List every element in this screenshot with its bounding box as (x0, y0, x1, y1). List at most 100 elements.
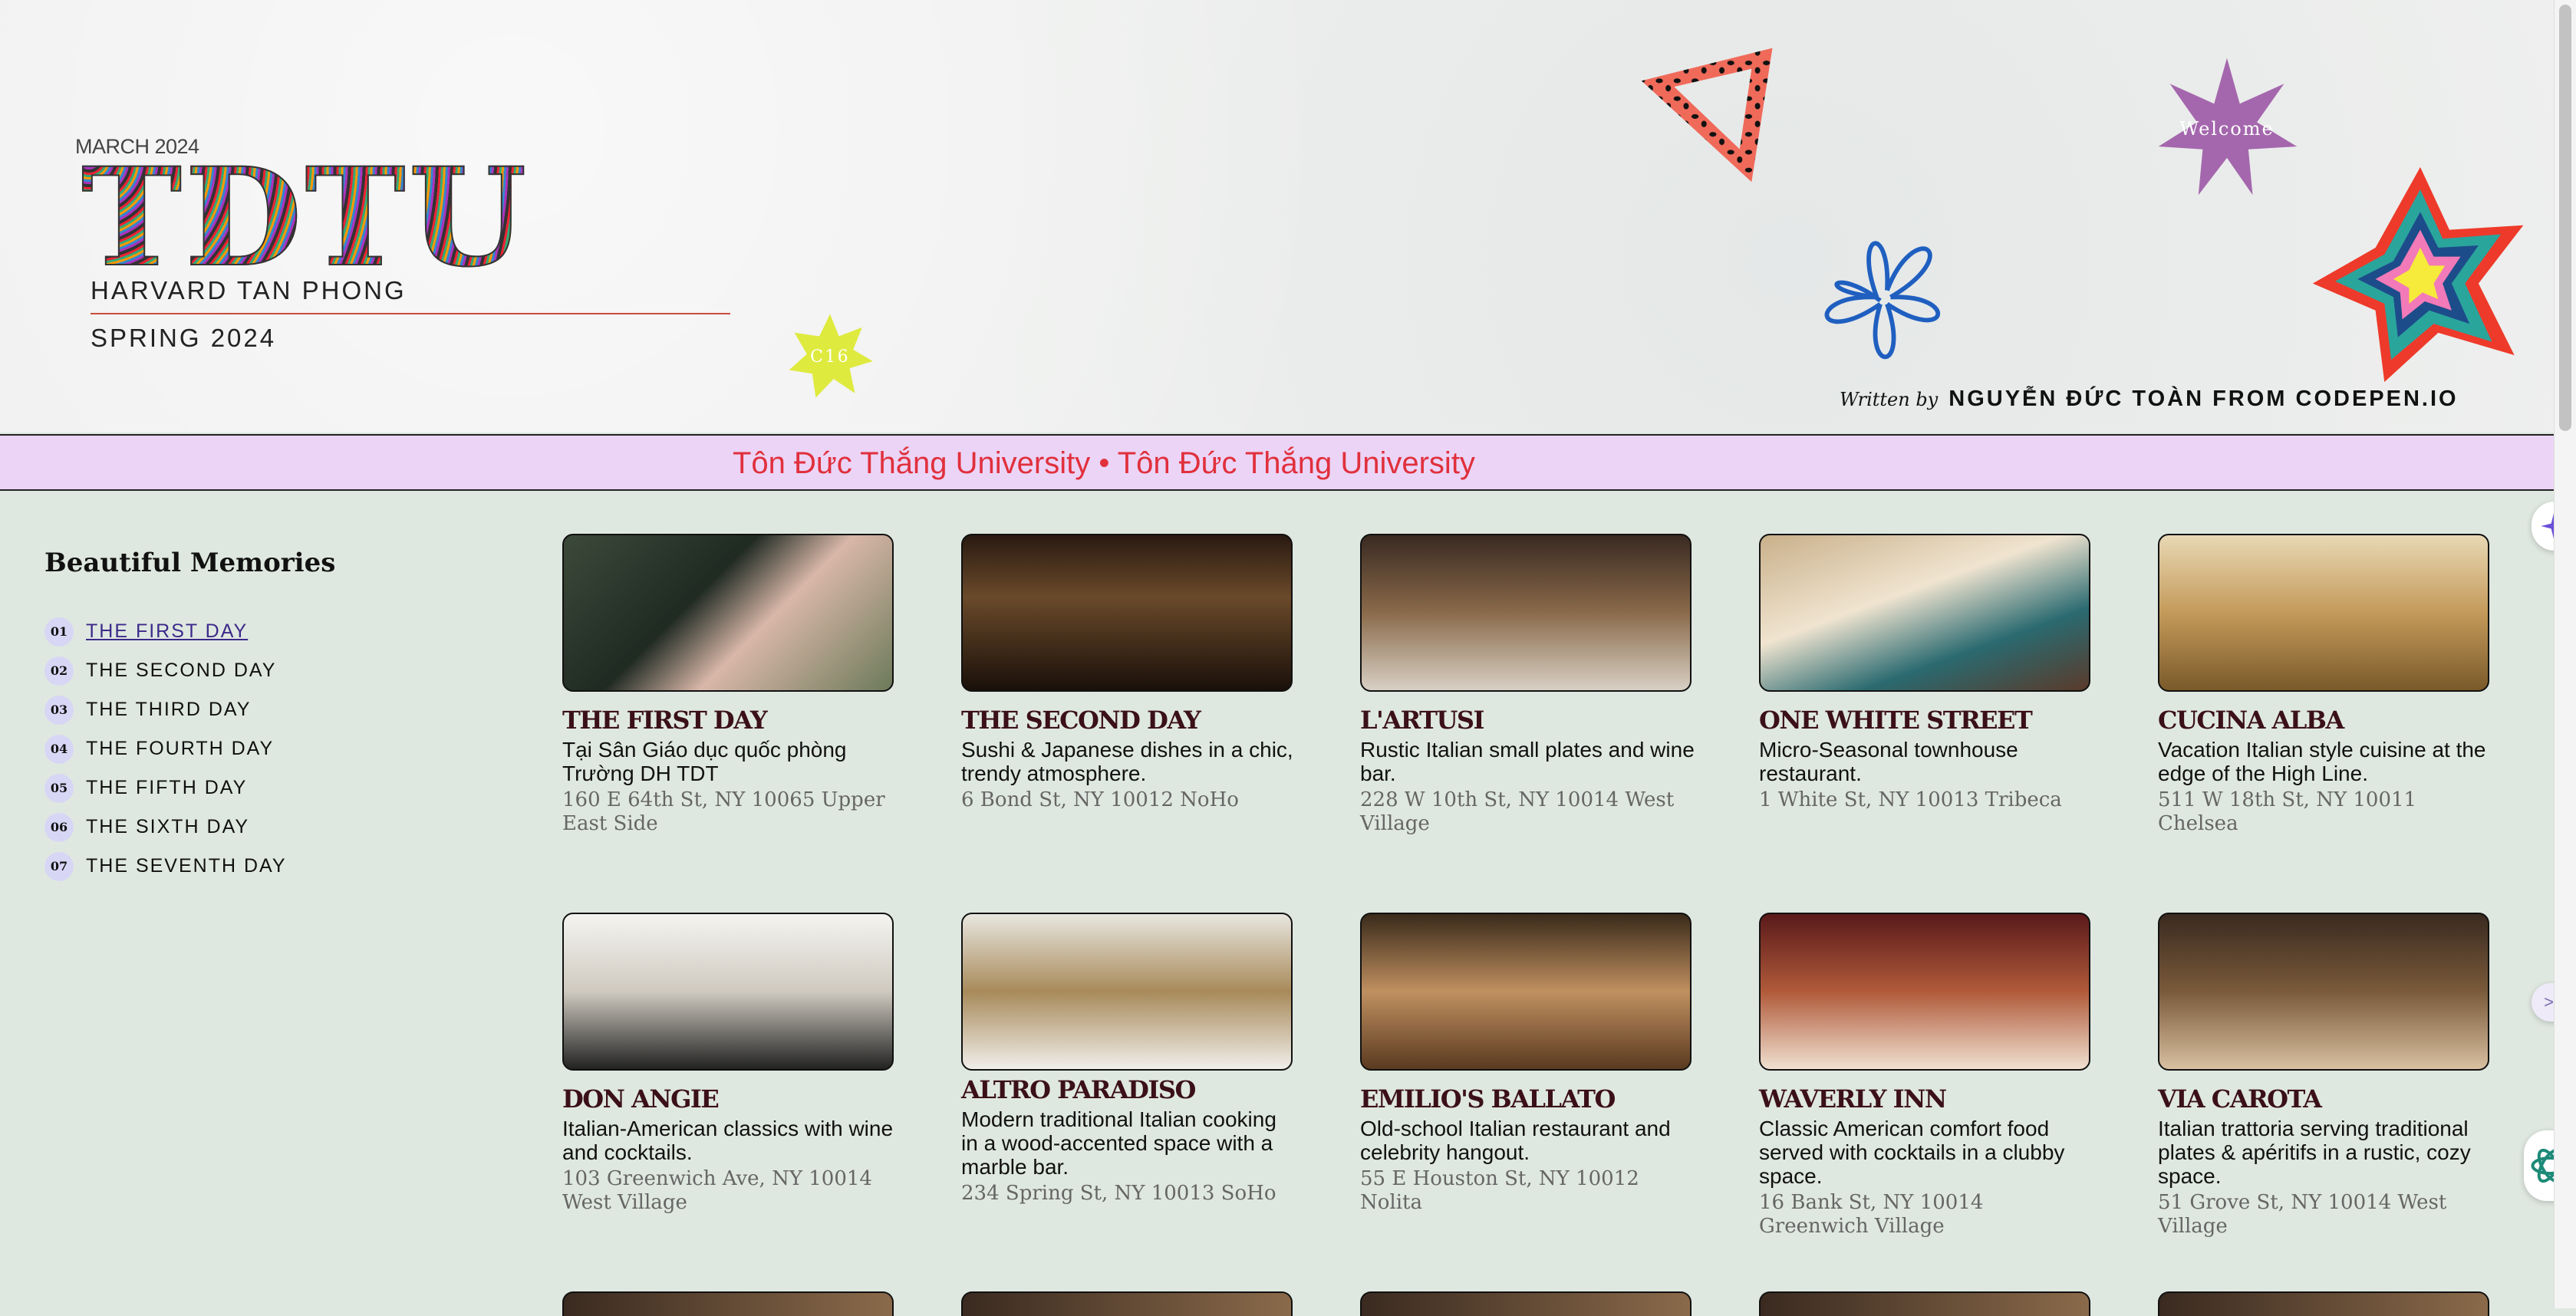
card-title[interactable]: ALTRO PARADISO (961, 1075, 1299, 1104)
sidebar-item[interactable]: 05 THE FIFTH DAY (44, 768, 287, 808)
sidebar-link[interactable]: THE FIRST DAY (86, 620, 248, 643)
card-description: Rustic Italian small plates and wine bar… (1360, 738, 1695, 785)
card-image[interactable] (562, 1291, 894, 1316)
sidebar-nav: 01 THE FIRST DAY 02 THE SECOND DAY 03 THE THI… (44, 612, 287, 886)
sidebar-item[interactable]: 01 THE FIRST DAY (44, 612, 287, 651)
card-address: 6 Bond St, NY 10012 NoHo (961, 788, 1239, 811)
site-logo: TDTU (81, 138, 530, 297)
sidebar-link[interactable]: THE FOURTH DAY (86, 738, 274, 760)
card-title[interactable]: CUCINA ALBA (2158, 706, 2495, 735)
sidebar-item[interactable]: 03 THE THIRD DAY (44, 690, 287, 729)
welcome-star-icon: Welcome (2158, 58, 2298, 196)
restaurant-card[interactable] (2158, 1291, 2495, 1316)
card-image[interactable] (1759, 1291, 2090, 1316)
byline: Written by NGUYỄN ĐỨC TOÀN FROM CODEPEN.I… (1840, 387, 2459, 412)
card-image[interactable] (1759, 534, 2090, 692)
restaurant-card[interactable]: VIA CAROTA Italian trattoria serving trad… (2158, 913, 2495, 1239)
c16-label: C16 (810, 347, 850, 367)
sidebar-link[interactable]: THE SIXTH DAY (86, 816, 249, 838)
marquee-ticker: Tôn Đức Thắng University • Tôn Đức Thắng… (0, 434, 2555, 491)
restaurant-card[interactable]: L'ARTUSI Rustic Italian small plates and … (1360, 534, 1698, 836)
card-title[interactable]: VIA CAROTA (2158, 1084, 2495, 1114)
card-address: 51 Grove St, NY 10014 West Village (2158, 1191, 2447, 1238)
welcome-label: Welcome (2179, 118, 2274, 140)
card-address: 511 W 18th St, NY 10011 Chelsea (2158, 788, 2417, 835)
card-address: 228 W 10th St, NY 10014 West Village (1360, 788, 1675, 835)
magazine-header: MARCH 2024 TDTU HARVARD TAN PHONG SPRING… (0, 0, 2555, 433)
card-image[interactable] (1759, 913, 2090, 1071)
restaurant-card[interactable] (1759, 1291, 2097, 1316)
scrollbar[interactable] (2554, 0, 2576, 1308)
flower-icon (1824, 241, 1940, 360)
sidebar-link[interactable]: THE SEVENTH DAY (86, 855, 287, 877)
sidebar-item[interactable]: 07 THE SEVENTH DAY (44, 847, 287, 886)
card-address: 160 E 64th St, NY 10065 Upper East Side (562, 788, 885, 835)
card-description: Classic American comfort food served wit… (1759, 1117, 2065, 1188)
restaurant-card[interactable] (961, 1291, 1299, 1316)
card-title[interactable]: THE SECOND DAY (961, 706, 1299, 735)
restaurant-card[interactable] (1360, 1291, 1698, 1316)
sidebar-item[interactable]: 02 THE SECOND DAY (44, 651, 287, 690)
card-image[interactable] (1360, 534, 1692, 692)
item-number: 02 (44, 656, 74, 686)
item-number: 01 (44, 617, 74, 646)
sidebar-item[interactable]: 06 THE SIXTH DAY (44, 808, 287, 847)
card-address: 16 Bank St, NY 10014 Greenwich Village (1759, 1191, 1984, 1238)
c16-star-icon: C16 (789, 314, 873, 398)
sidebar-link[interactable]: THE THIRD DAY (86, 699, 251, 721)
card-title[interactable]: DON ANGIE (562, 1084, 900, 1114)
card-description: Old-school Italian restaurant and celebr… (1360, 1117, 1671, 1164)
restaurant-card[interactable]: EMILIO'S BALLATO Old-school Italian resta… (1360, 913, 1698, 1215)
sidebar-link[interactable]: THE SECOND DAY (86, 660, 276, 682)
restaurant-card[interactable]: ONE WHITE STREET Micro-Seasonal townhouse… (1759, 534, 2097, 812)
card-address: 234 Spring St, NY 10013 SoHo (961, 1182, 1276, 1205)
card-image[interactable] (2158, 913, 2489, 1071)
card-description: Vacation Italian style cuisine at the ed… (2158, 738, 2486, 785)
card-image[interactable] (1360, 1291, 1692, 1316)
ticker-text: Tôn Đức Thắng University • Tôn Đức Thắng… (733, 446, 1475, 480)
card-image[interactable] (961, 534, 1293, 692)
card-title[interactable]: L'ARTUSI (1360, 706, 1698, 735)
sidebar-item[interactable]: 04 THE FOURTH DAY (44, 729, 287, 768)
restaurant-card[interactable]: THE SECOND DAY Sushi & Japanese dishes in… (961, 534, 1299, 812)
card-title[interactable]: EMILIO'S BALLATO (1360, 1084, 1698, 1114)
scrollbar-thumb[interactable] (2559, 5, 2571, 431)
header-divider (91, 313, 730, 314)
triangle-icon (1641, 48, 1773, 183)
item-number: 05 (44, 773, 74, 803)
item-number: 07 (44, 851, 74, 881)
restaurant-card[interactable]: DON ANGIE Italian-American classics with … (562, 913, 900, 1215)
card-image[interactable] (1360, 913, 1692, 1071)
card-description: Italian-American classics with wine and … (562, 1117, 894, 1164)
card-image[interactable] (562, 913, 894, 1071)
rainbow-star-icon (2312, 166, 2524, 383)
card-description: Modern traditional Italian cooking in a … (961, 1107, 1276, 1179)
card-address: 1 White St, NY 10013 Tribeca (1759, 788, 2062, 811)
restaurant-card[interactable]: ALTRO PARADISO Modern traditional Italian… (961, 913, 1299, 1206)
card-image[interactable] (961, 1291, 1293, 1316)
restaurant-card[interactable]: THE FIRST DAY Tại Sân Giáo dục quốc phòng… (562, 534, 900, 836)
card-image[interactable] (2158, 1291, 2489, 1316)
item-number: 04 (44, 734, 74, 764)
sidebar-link[interactable]: THE FIFTH DAY (86, 777, 247, 799)
item-number: 03 (44, 695, 74, 725)
sidebar-title: Beautiful Memories (44, 548, 336, 578)
restaurant-card[interactable]: WAVERLY INN Classic American comfort food… (1759, 913, 2097, 1239)
card-address: 103 Greenwich Ave, NY 10014 West Village (562, 1167, 872, 1214)
item-number: 06 (44, 812, 74, 842)
card-description: Italian trattoria serving traditional pl… (2158, 1117, 2471, 1188)
card-image[interactable] (562, 534, 894, 692)
card-title[interactable]: WAVERLY INN (1759, 1084, 2097, 1114)
card-address: 55 E Houston St, NY 10012 Nolita (1360, 1167, 1639, 1214)
byline-author: NGUYỄN ĐỨC TOÀN FROM CODEPEN.IO (1948, 387, 2459, 411)
card-title[interactable]: THE FIRST DAY (562, 706, 900, 735)
card-description: Tại Sân Giáo dục quốc phòng Trường DH TD… (562, 738, 847, 785)
card-image[interactable] (2158, 534, 2489, 692)
restaurant-card[interactable]: CUCINA ALBA Vacation Italian style cuisin… (2158, 534, 2495, 836)
subtitle-location: HARVARD TAN PHONG (91, 276, 407, 304)
card-title[interactable]: ONE WHITE STREET (1759, 706, 2097, 735)
restaurant-card[interactable] (562, 1291, 900, 1316)
byline-prefix: Written by (1840, 389, 1939, 410)
card-description: Sushi & Japanese dishes in a chic, trend… (961, 738, 1293, 785)
card-image[interactable] (961, 913, 1293, 1071)
